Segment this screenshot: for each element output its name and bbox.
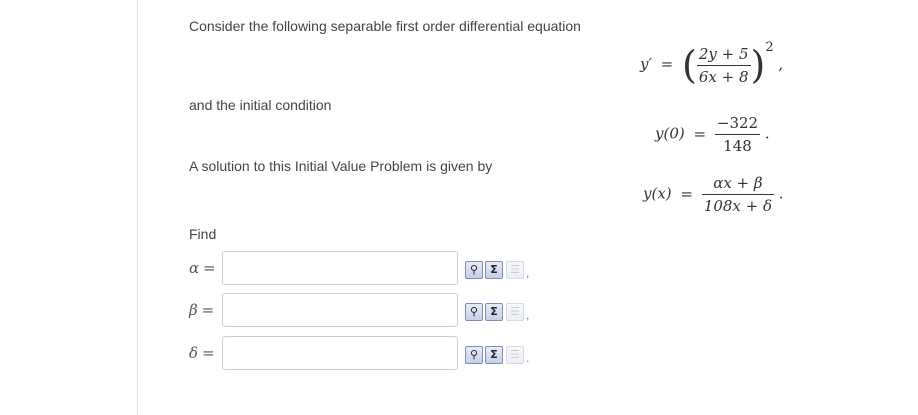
equation-lhs: y′ <box>640 55 652 73</box>
delta-punct: . <box>526 351 530 365</box>
intro-text: Consider the following separable first o… <box>189 18 581 34</box>
alpha-input[interactable] <box>222 251 458 285</box>
alpha-label: α = <box>189 259 216 277</box>
solution-eq: = <box>680 184 693 203</box>
solution-trail: . <box>778 184 784 203</box>
solution-text: A solution to this Initial Value Problem… <box>189 158 493 174</box>
initial-condition: y(0) = −322 148 . <box>655 112 770 157</box>
help-page-icon: ☰ <box>510 263 520 276</box>
initial-numerator: −322 <box>714 112 761 135</box>
page-left-border <box>137 0 138 415</box>
delta-label: δ = <box>189 344 215 362</box>
equation-denominator: 6x + 8 <box>698 67 749 86</box>
beta-punct: , <box>526 308 530 322</box>
alpha-symbol: α <box>189 259 200 277</box>
help-page-icon: ☰ <box>510 348 520 361</box>
preview-icon: ⚲ <box>469 348 479 361</box>
equation-numerator: 2y + 5 <box>696 43 751 66</box>
solution-denominator: 108x + δ <box>703 197 773 215</box>
solution-numerator: αx + β <box>701 172 775 195</box>
beta-preview-button[interactable]: ⚲ <box>465 303 483 321</box>
initial-lhs: y(0) <box>655 124 685 143</box>
beta-eq: = <box>201 301 215 319</box>
delta-eq: = <box>202 344 215 362</box>
beta-symbol: β <box>189 301 198 319</box>
sigma-icon: Σ <box>490 305 498 318</box>
beta-help-button[interactable]: ☰ <box>506 303 524 321</box>
alpha-eq: = <box>203 259 216 277</box>
preview-icon: ⚲ <box>469 263 479 276</box>
solution-fraction: αx + β 108x + δ <box>701 172 775 217</box>
beta-input[interactable] <box>222 293 458 327</box>
delta-input[interactable] <box>222 336 458 370</box>
initial-condition-text: and the initial condition <box>189 97 332 113</box>
help-page-icon: ☰ <box>510 305 520 318</box>
delta-help-button[interactable]: ☰ <box>506 346 524 364</box>
alpha-help-button[interactable]: ☰ <box>506 261 524 279</box>
alpha-equation-button[interactable]: Σ <box>485 261 503 279</box>
delta-equation-button[interactable]: Σ <box>485 346 503 364</box>
find-text: Find <box>189 226 217 242</box>
preview-icon: ⚲ <box>469 305 479 318</box>
left-paren: ( <box>682 43 697 87</box>
beta-equation-button[interactable]: Σ <box>485 303 503 321</box>
delta-preview-button[interactable]: ⚲ <box>465 346 483 364</box>
alpha-preview-button[interactable]: ⚲ <box>465 261 483 279</box>
initial-denominator: 148 <box>723 137 752 155</box>
equation-fraction: 2y + 5 6x + 8 <box>696 43 751 88</box>
equation-eq: = <box>660 55 674 73</box>
sigma-icon: Σ <box>490 348 498 361</box>
equation-power: 2 <box>765 40 774 55</box>
right-paren: ) <box>750 43 766 87</box>
differential-equation: y′ = (2y + 5 6x + 8)2 , <box>640 40 783 88</box>
alpha-punct: , <box>526 266 530 280</box>
sigma-icon: Σ <box>490 263 498 276</box>
delta-symbol: δ <box>189 344 199 362</box>
equation-trail: , <box>778 55 784 73</box>
initial-trail: . <box>764 124 770 143</box>
initial-fraction: −322 148 <box>714 112 761 157</box>
beta-label: β = <box>189 301 214 319</box>
solution-formula: y(x) = αx + β 108x + δ . <box>643 172 784 217</box>
initial-eq: = <box>693 124 707 143</box>
solution-lhs: y(x) <box>643 184 672 203</box>
